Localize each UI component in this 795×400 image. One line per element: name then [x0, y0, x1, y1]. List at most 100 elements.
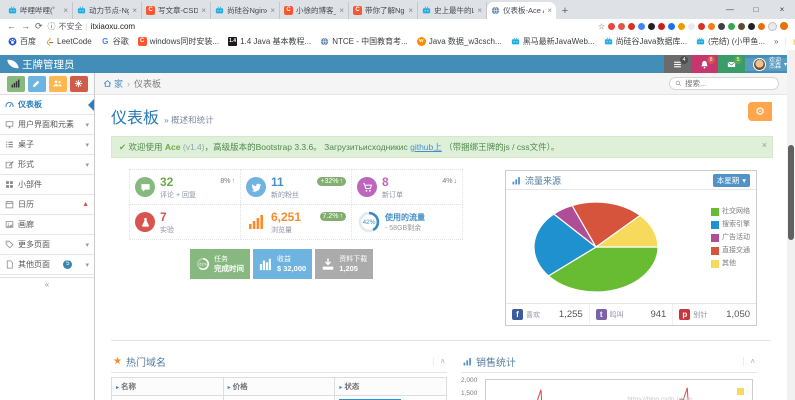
extension-icon[interactable] — [648, 23, 655, 30]
extension-icon[interactable] — [668, 23, 675, 30]
bookmark-item[interactable]: 1.41.4 Java 基本教程... — [228, 36, 311, 47]
sidebar-item[interactable]: 桌子▾ — [0, 135, 94, 155]
bookmark-item[interactable]: NTCE - 中国教育考... — [320, 36, 408, 47]
twitter-icon: t — [596, 309, 607, 320]
close-button[interactable]: × — [769, 0, 795, 19]
breadcrumb-home[interactable]: 家 — [103, 77, 123, 90]
extension-icon[interactable] — [688, 23, 695, 30]
bell-nav-button[interactable]: 8 — [691, 55, 718, 73]
info-icon[interactable]: ⓘ — [48, 21, 56, 32]
sidebar-item[interactable]: 仪表板 — [0, 95, 94, 115]
extension-icon[interactable] — [678, 23, 685, 30]
stat-trend: 4% ↓ — [442, 178, 457, 185]
shortcut-gear-button[interactable] — [70, 76, 88, 92]
extension-icon[interactable] — [608, 23, 615, 30]
extension-icon[interactable] — [618, 23, 625, 30]
y-axis-tick: 2,000 — [461, 377, 477, 384]
bookmark-star-icon[interactable]: ☆ — [598, 22, 605, 31]
shortcut-signal-button[interactable] — [7, 76, 25, 92]
shortcut-pencil-button[interactable] — [28, 76, 46, 92]
chrome-profile-avatar[interactable] — [768, 22, 777, 31]
chevron-down-icon: ▾ — [85, 241, 89, 249]
sidebar-item[interactable]: 形式▾ — [0, 155, 94, 175]
bookmarks-overflow-icon[interactable]: » — [774, 37, 778, 46]
table-column-header[interactable]: ▸状态 — [335, 378, 447, 396]
search-input[interactable] — [685, 79, 765, 88]
bookmark-item[interactable]: 百度 — [8, 36, 36, 47]
extension-icon[interactable] — [628, 23, 635, 30]
new-tab-button[interactable]: + — [556, 3, 574, 19]
sales-chart[interactable]: 2,0001,500 https://blog.csdn.net/w — [461, 377, 757, 400]
browser-tab[interactable]: C小徐的博客_|小工× — [280, 2, 349, 19]
shortcut-users-button[interactable] — [49, 76, 67, 92]
traffic-pie-chart[interactable] — [512, 193, 682, 301]
sidebar-item[interactable]: 小部件 — [0, 175, 94, 195]
bookmark-item[interactable]: G谷歌 — [101, 36, 129, 47]
envelope-nav-button[interactable]: 5 — [718, 55, 745, 73]
forward-icon[interactable]: → — [21, 21, 30, 31]
url-field[interactable]: ⓘ 不安全 | itxiaoxu.com — [48, 21, 136, 32]
sidebar-item[interactable]: 画廊 — [0, 215, 94, 235]
bookmark-item[interactable]: 黑马最新JavaWeb... — [511, 36, 595, 47]
extension-icon[interactable] — [728, 23, 735, 30]
alert-close-icon[interactable]: × — [762, 140, 767, 150]
extension-icon[interactable] — [748, 23, 755, 30]
collapse-chevron-icon[interactable]: ˄ — [433, 357, 445, 366]
sidebar-collapse-button[interactable]: « — [0, 277, 94, 291]
bookmark-label: NTCE - 中国教育考... — [332, 36, 408, 47]
extension-icon[interactable] — [638, 23, 645, 30]
stat-label: 使用的流量 — [385, 212, 425, 223]
tab-close-icon[interactable]: × — [201, 6, 206, 15]
maximize-button[interactable]: □ — [743, 0, 769, 19]
tab-title: 哔哩哔哩(゜-゜)つ — [20, 5, 60, 16]
browser-tab[interactable]: 尚硅谷Nginx教程× — [211, 2, 280, 19]
tab-close-icon[interactable]: × — [547, 6, 552, 15]
date-range-button[interactable]: 本星期 ▾ — [713, 174, 750, 187]
app-brand[interactable]: 王牌管理员 — [0, 57, 75, 72]
tab-close-icon[interactable]: × — [477, 6, 482, 15]
reload-icon[interactable]: ⟳ — [35, 21, 43, 32]
sidebar-item[interactable]: 其他页面5▾ — [0, 255, 94, 275]
extension-icon[interactable] — [658, 23, 665, 30]
tab-close-icon[interactable]: × — [63, 6, 68, 15]
table-column-header[interactable]: ▸名称 — [112, 378, 224, 396]
extension-icon[interactable] — [698, 23, 705, 30]
chrome-menu-icon[interactable] — [780, 22, 788, 30]
stat-label: 浏览量 — [271, 225, 346, 235]
extension-icon[interactable] — [758, 23, 765, 30]
scrollbar-thumb[interactable] — [788, 145, 794, 240]
browser-tab[interactable]: C带你了解Nginx-01× — [349, 2, 418, 19]
bookmark-item[interactable]: Cwindows同时安装... — [138, 36, 219, 47]
sidebar-item[interactable]: 更多页面▾ — [0, 235, 94, 255]
browser-tab[interactable]: 动力节点-Nginx-0× — [73, 2, 142, 19]
progress-button[interactable]: 资料下载1,205 — [315, 249, 373, 279]
sidebar-item[interactable]: 用户界面和元素▾ — [0, 115, 94, 135]
collapse-chevron-icon[interactable]: ˄ — [743, 357, 755, 366]
bookmark-item[interactable]: LeetCode — [45, 36, 92, 47]
back-icon[interactable]: ← — [7, 21, 16, 31]
tab-close-icon[interactable]: × — [132, 6, 137, 15]
extension-icon[interactable] — [708, 23, 715, 30]
browser-tab[interactable]: 哔哩哔哩(゜-゜)つ× — [4, 2, 73, 19]
browser-tab[interactable]: 史上最牛的Linux× — [418, 2, 487, 19]
sidebar-item[interactable]: 日历▲ — [0, 195, 94, 215]
progress-button[interactable]: 收益$ 32,000 — [253, 249, 312, 279]
extension-icon[interactable] — [718, 23, 725, 30]
progress-button[interactable]: 61%任务完成时间 — [190, 249, 250, 279]
scrollbar[interactable] — [787, 50, 795, 400]
tab-close-icon[interactable]: × — [339, 6, 344, 15]
bookmark-item[interactable]: (完结) (小甲鱼... — [696, 36, 765, 47]
minimize-button[interactable]: — — [717, 0, 743, 19]
bookmark-item[interactable]: wJava 数据_w3csch... — [417, 36, 502, 47]
extension-icon[interactable] — [738, 23, 745, 30]
table-column-header[interactable]: ▸价格 — [223, 378, 335, 396]
browser-tab[interactable]: C写文章-CSDN博客× — [142, 2, 211, 19]
watermark-text: https://blog.csdn.net/w — [627, 396, 692, 400]
browser-tab[interactable]: 仪表板-Ace Admi× — [487, 2, 556, 19]
tasks-nav-button[interactable]: 4 — [664, 55, 691, 73]
tab-close-icon[interactable]: × — [408, 6, 413, 15]
github-link[interactable]: github上 — [410, 142, 442, 152]
tab-close-icon[interactable]: × — [270, 6, 275, 15]
bookmark-item[interactable]: 尚硅谷Java数据库... — [604, 36, 688, 47]
settings-gear-button[interactable]: ⚙ — [748, 102, 772, 121]
